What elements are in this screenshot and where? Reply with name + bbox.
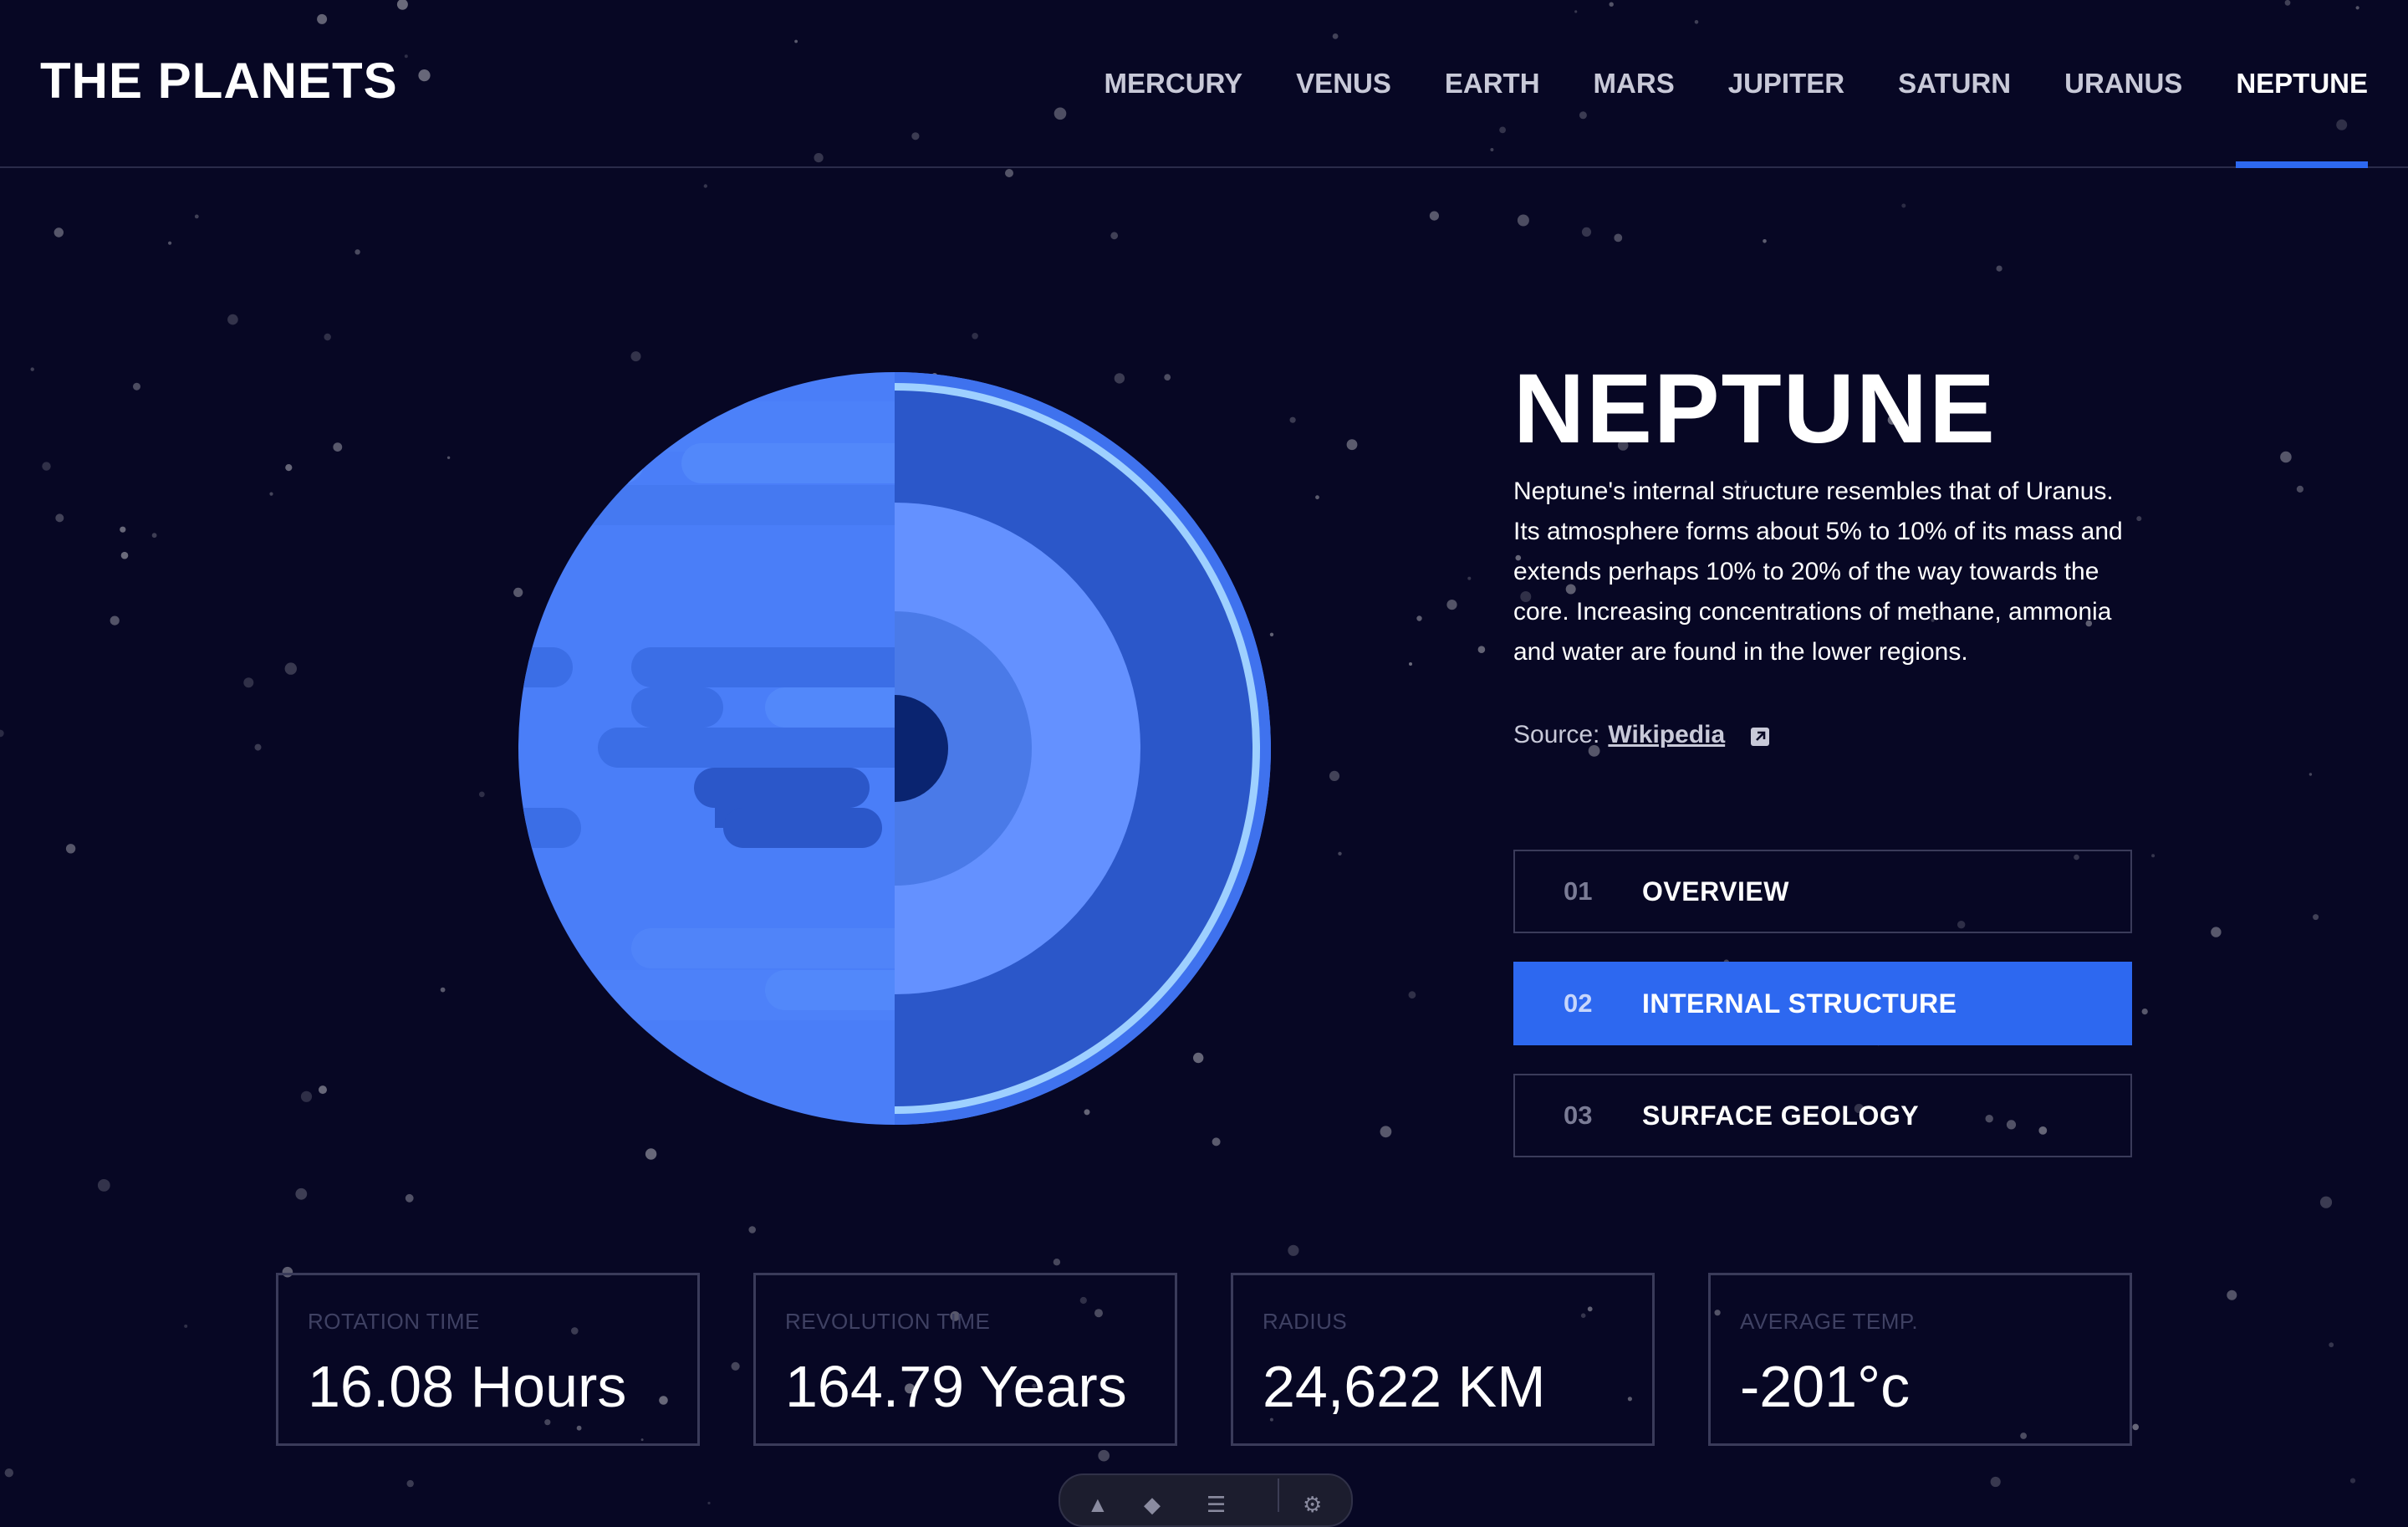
- planet-illustration: [514, 368, 1275, 1129]
- planet-stats: ROTATION TIME 16.08 Hours REVOLUTION TIM…: [276, 1273, 2132, 1446]
- planet-description: Neptune's internal structure resembles t…: [1513, 478, 2123, 666]
- tab-label: INTERNAL STRUCTURE: [1642, 988, 1957, 1019]
- stat-label: RADIUS: [1263, 1309, 1348, 1334]
- stat-value: 24,622 KM: [1263, 1354, 1546, 1419]
- tab-label: SURFACE GEOLOGY: [1642, 1100, 1920, 1131]
- stat-value: -201°c: [1740, 1354, 1911, 1419]
- neptune-internal-structure-graphic: [518, 372, 1271, 1125]
- nav-item-earth[interactable]: EARTH: [1445, 0, 1540, 166]
- source-link-wikipedia[interactable]: Wikipedia: [1608, 721, 1725, 749]
- stat-label: REVOLUTION TIME: [785, 1309, 991, 1334]
- nav-item-mars[interactable]: MARS: [1594, 0, 1675, 166]
- tab-number: 01: [1564, 876, 1593, 906]
- site-header: THE PLANETS MERCURY VENUS EARTH MARS JUP…: [0, 0, 2408, 168]
- planet-nav: MERCURY VENUS EARTH MARS JUPITER SATURN …: [1105, 0, 2368, 168]
- planet-info: NEPTUNE Neptune's internal structure res…: [1513, 360, 2132, 749]
- tab-label: OVERVIEW: [1642, 876, 1789, 906]
- tab-overview[interactable]: 01 OVERVIEW: [1513, 850, 2132, 933]
- nav-item-uranus[interactable]: URANUS: [2064, 0, 2182, 166]
- view-tabs: 01 OVERVIEW 02 INTERNAL STRUCTURE 03 SUR…: [1513, 850, 2132, 1186]
- nav-item-jupiter[interactable]: JUPITER: [1728, 0, 1844, 166]
- toolbar-divider: [1278, 1478, 1279, 1512]
- nav-item-venus[interactable]: VENUS: [1296, 0, 1391, 166]
- stat-radius: RADIUS 24,622 KM: [1231, 1273, 1655, 1446]
- floating-toolbar[interactable]: ▲ ◆ ☰ ⚙: [1059, 1473, 1353, 1527]
- stat-value: 16.08 Hours: [308, 1354, 627, 1419]
- tab-internal-structure[interactable]: 02 INTERNAL STRUCTURE: [1513, 962, 2132, 1045]
- planet-title: NEPTUNE: [1513, 354, 1997, 464]
- source-line: Source: Wikipedia: [1513, 721, 2132, 749]
- stat-rotation-time: ROTATION TIME 16.08 Hours: [276, 1273, 700, 1446]
- nav-item-saturn[interactable]: SATURN: [1898, 0, 2011, 166]
- nav-item-mercury[interactable]: MERCURY: [1105, 0, 1243, 166]
- stat-label: ROTATION TIME: [308, 1309, 480, 1334]
- tab-number: 03: [1564, 1101, 1593, 1130]
- tab-surface-geology[interactable]: 03 SURFACE GEOLOGY: [1513, 1074, 2132, 1157]
- source-label: Source:: [1513, 721, 1600, 748]
- site-logo[interactable]: THE PLANETS: [40, 52, 398, 110]
- nav-item-neptune[interactable]: NEPTUNE: [2236, 0, 2368, 168]
- stat-value: 164.79 Years: [785, 1354, 1127, 1419]
- stat-average-temp: AVERAGE TEMP. -201°c: [1708, 1273, 2132, 1446]
- stat-label: AVERAGE TEMP.: [1740, 1309, 1919, 1334]
- tab-number: 02: [1564, 988, 1593, 1018]
- external-link-icon[interactable]: [1750, 725, 1770, 746]
- stat-revolution-time: REVOLUTION TIME 164.79 Years: [753, 1273, 1177, 1446]
